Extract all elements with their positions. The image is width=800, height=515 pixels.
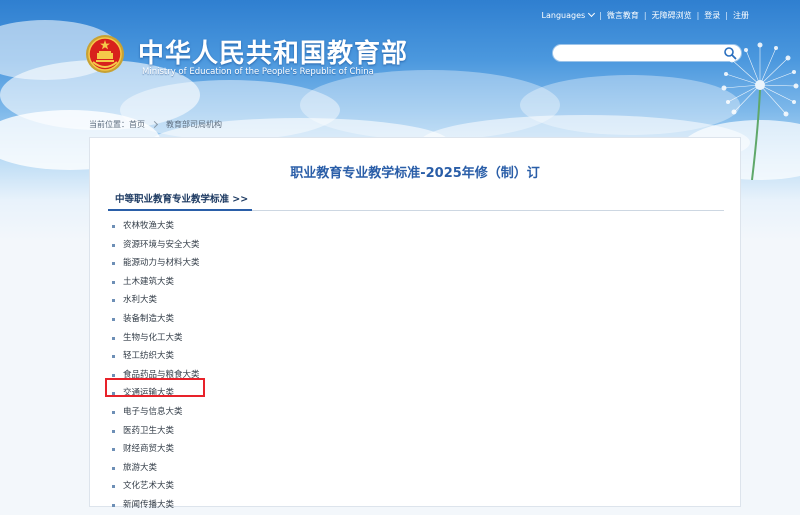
category-label: 资源环境与安全大类 [123, 239, 200, 250]
category-item[interactable]: 医药卫生大类 [111, 422, 200, 441]
category-item-highlighted[interactable]: 交通运输大类 [111, 384, 200, 403]
section-title-link[interactable]: 中等职业教育专业教学标准 >> [108, 191, 253, 211]
category-label: 财经商贸大类 [123, 444, 175, 455]
bullet-icon [112, 280, 115, 284]
section-header: 中等职业教育专业教学标准 >> [108, 191, 724, 211]
languages-menu[interactable]: Languages [537, 9, 600, 20]
bullet-icon [112, 392, 115, 396]
nav-link-wechat[interactable]: 微言教育 [602, 10, 644, 21]
category-label: 电子与信息大类 [123, 406, 183, 417]
category-label: 新闻传播大类 [123, 499, 175, 510]
bullet-icon [112, 262, 115, 266]
bullet-icon [112, 225, 115, 228]
category-item[interactable]: 食品药品与粮食大类 [111, 366, 200, 385]
category-label: 装备制造大类 [123, 313, 175, 324]
breadcrumb-prefix: 当前位置： [89, 120, 129, 129]
category-label: 土木建筑大类 [123, 276, 175, 287]
national-emblem-icon[interactable] [85, 34, 125, 74]
search-input[interactable] [561, 50, 721, 66]
bullet-icon [112, 336, 115, 340]
category-label: 水利大类 [123, 295, 158, 306]
chevron-right-icon [150, 120, 159, 129]
category-item[interactable]: 新闻传播大类 [111, 496, 200, 515]
bullet-icon [112, 243, 115, 247]
site-title: 中华人民共和国教育部 [138, 39, 409, 69]
category-item[interactable]: 资源环境与安全大类 [111, 236, 200, 255]
category-label: 旅游大类 [123, 462, 158, 473]
bullet-icon [112, 448, 115, 452]
breadcrumb-current[interactable]: 教育部司局机构 [166, 119, 222, 130]
chevron-down-icon [588, 9, 596, 17]
site-subtitle: Ministry of Education of the People's Re… [142, 67, 374, 77]
category-label: 医药卫生大类 [123, 425, 175, 436]
content-panel: 职业教育专业教学标准-2025年修（制）订 中等职业教育专业教学标准 >> 农林… [89, 137, 741, 510]
category-label: 生物与化工大类 [123, 332, 183, 343]
category-list: 农林牧渔大类 资源环境与安全大类 能源动力与材料大类 土木建筑大类 水利大类 装… [111, 217, 200, 515]
category-item[interactable]: 文化艺术大类 [111, 477, 200, 496]
bullet-icon [112, 410, 115, 414]
bullet-icon [112, 355, 115, 359]
category-item[interactable]: 电子与信息大类 [111, 403, 200, 422]
category-item[interactable]: 生物与化工大类 [111, 329, 200, 348]
category-label: 农林牧渔大类 [123, 221, 175, 231]
breadcrumb: 当前位置： 首页 教育部司局机构 [89, 119, 222, 130]
category-label: 文化艺术大类 [123, 481, 175, 492]
category-label: 交通运输大类 [123, 388, 175, 399]
bullet-icon [112, 373, 115, 377]
bullet-icon [112, 429, 115, 433]
bullet-icon [112, 485, 115, 489]
category-item[interactable]: 财经商贸大类 [111, 440, 200, 459]
category-item[interactable]: 旅游大类 [111, 459, 200, 478]
nav-link-accessibility[interactable]: 无障碍浏览 [647, 10, 697, 21]
category-item[interactable]: 轻工纺织大类 [111, 347, 200, 366]
bullet-icon [112, 466, 115, 470]
category-item[interactable]: 土木建筑大类 [111, 273, 200, 292]
nav-link-login[interactable]: 登录 [699, 10, 725, 21]
category-item[interactable]: 装备制造大类 [111, 310, 200, 329]
page-title: 职业教育专业教学标准-2025年修（制）订 [290, 166, 540, 181]
category-item[interactable]: 水利大类 [111, 291, 200, 310]
bullet-icon [112, 503, 115, 507]
bullet-icon [112, 299, 115, 303]
category-item[interactable]: 能源动力与材料大类 [111, 254, 200, 273]
breadcrumb-home-link[interactable]: 首页 [129, 119, 145, 130]
nav-link-register[interactable]: 注册 [728, 10, 754, 21]
category-label: 食品药品与粮食大类 [123, 369, 200, 380]
category-label: 能源动力与材料大类 [123, 258, 200, 269]
bullet-icon [112, 317, 115, 321]
category-item[interactable]: 农林牧渔大类 [111, 217, 200, 236]
category-label: 轻工纺织大类 [123, 351, 175, 362]
top-navigation: Languages | 微言教育 | 无障碍浏览 | 登录 | 注册 [537, 8, 754, 22]
